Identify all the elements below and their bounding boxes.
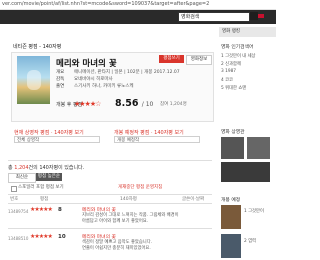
search-button[interactable] [250,12,258,20]
review-movie-link[interactable]: 메리와 마녀의 꽃 [82,233,116,240]
divider [8,203,212,204]
sidebar-block-title: 영화 인기검색어 [221,45,254,50]
policy-link[interactable]: 게재중단 평점 운영지침 [118,184,162,190]
tab-latest[interactable]: 최신순 [8,173,36,183]
address-url[interactable]: ver.com/movie/point/af/list.nhn?st=mcode… [2,0,209,9]
theater-thumbnail[interactable] [221,137,244,159]
sidebar-upcoming-item[interactable]: 2 염력 [244,238,256,244]
info-value[interactable]: 스기사키 하나, 카미키 류노스케 [74,84,134,89]
sidebar-rank-item[interactable]: 1 그것만이 내 세상 [221,53,256,59]
review-score: 8 [58,207,62,213]
review-movie-link[interactable]: 메리와 마녀의 꽃 [82,206,116,213]
upcoming-movies-heading: 개봉 예정작 평점 · 140자평 보기 [114,130,184,136]
col-head-score: 평점 [40,197,49,202]
promo-banner[interactable] [221,162,270,182]
review-stars: ★★★★★ [30,206,53,213]
spoiler-checkbox[interactable] [11,186,17,192]
review-stars: ★★★★★ [30,233,53,240]
info-value[interactable]: 요네바야시 히로마사 [74,77,113,82]
rating-count: 참여 1,204명 [160,102,187,107]
score-max: / 10 [141,101,154,108]
current-movies-heading: 현재 상영작 평점 · 140자평 보기 [14,130,84,136]
review-score: 10 [58,234,66,240]
sidebar-rank-item[interactable]: 3 1987 [221,69,236,74]
info-key: 개요 [56,70,65,75]
search-placeholder: 영화검색 [181,14,200,20]
upcoming-poster[interactable] [221,205,241,229]
col-head-review: 140자평 [120,197,137,202]
search-icon [258,14,264,18]
sidebar-header-label: 영화 랭킹 [222,29,240,34]
rating-score: 8.56 / 10 [115,98,153,109]
info-key: 출연 [56,84,65,89]
review-body-line: 아름답고 아이와 함께 보기 좋았어요. [82,219,149,224]
divider [8,194,212,195]
sidebar-block-title: 개봉 예정 [221,198,241,203]
rating-stars: ★★★★☆ [74,100,101,108]
info-value: 애니메이션, 판타지 | 일본 | 102분 | 개봉 2017.12.07 [74,70,180,75]
upcoming-poster[interactable] [221,234,241,258]
theater-thumbnail[interactable] [247,137,270,159]
divider [8,160,212,161]
current-movies-select[interactable]: 전체 상영작 [14,136,100,143]
sidebar-upcoming-item[interactable]: 1 그것만이 [244,208,264,214]
score-value: 8.56 [115,98,139,109]
movie-info-button[interactable]: 영화정보 [186,55,212,65]
sidebar-block-title: 영화 상영관 [221,130,245,135]
summary-suffix: 건의 140자평이 있습니다. [28,165,85,171]
upcoming-movies-select[interactable]: 개봉 예정작 [114,136,200,143]
summary-count: 1,204 [14,165,29,171]
review-id: 13489754 [8,209,29,214]
review-body-line: 연출이 아쉽지만 충분히 재미있었어요. [82,246,151,251]
sidebar-rank-item[interactable]: 4 코코 [221,77,233,83]
address-bar[interactable]: ver.com/movie/point/af/list.nhn?st=mcode… [0,0,276,10]
col-head-number: 번호 [10,197,19,202]
movie-poster[interactable] [17,56,50,104]
tab-high-score[interactable]: 평점 높은순 [36,173,62,181]
info-row-genre: 개요 애니메이션, 판타지 | 일본 | 102분 | 개봉 2017.12.07 [56,69,180,75]
spoiler-checkbox-label[interactable]: 스포일러 포함 평점 보기 [18,184,64,190]
search-input[interactable]: 영화검색 [178,12,250,22]
write-rating-button[interactable]: 평점쓰기 [159,55,184,63]
sidebar-rank-item[interactable]: 2 신과함께 [221,61,241,67]
info-key: 감독 [56,77,65,82]
movie-title[interactable]: 메리와 마녀의 꽃 [56,57,117,69]
info-row-director: 감독 요네바야시 히로마사 [56,76,113,82]
col-head-writer: 글쓴이·날짜 [182,197,205,202]
info-row-cast: 출연 스기사키 하나, 카미키 류노스케 [56,83,134,89]
sidebar-header: 영화 랭킹 [219,27,276,37]
section-title: 네티즌 평점 - 140자평 [13,44,62,50]
review-summary: 총 1,204건의 140자평이 있습니다. [8,164,84,171]
review-id: 13488510 [8,236,29,241]
sidebar-rank-item[interactable]: 5 위대한 쇼맨 [221,85,246,91]
divider [8,228,212,229]
